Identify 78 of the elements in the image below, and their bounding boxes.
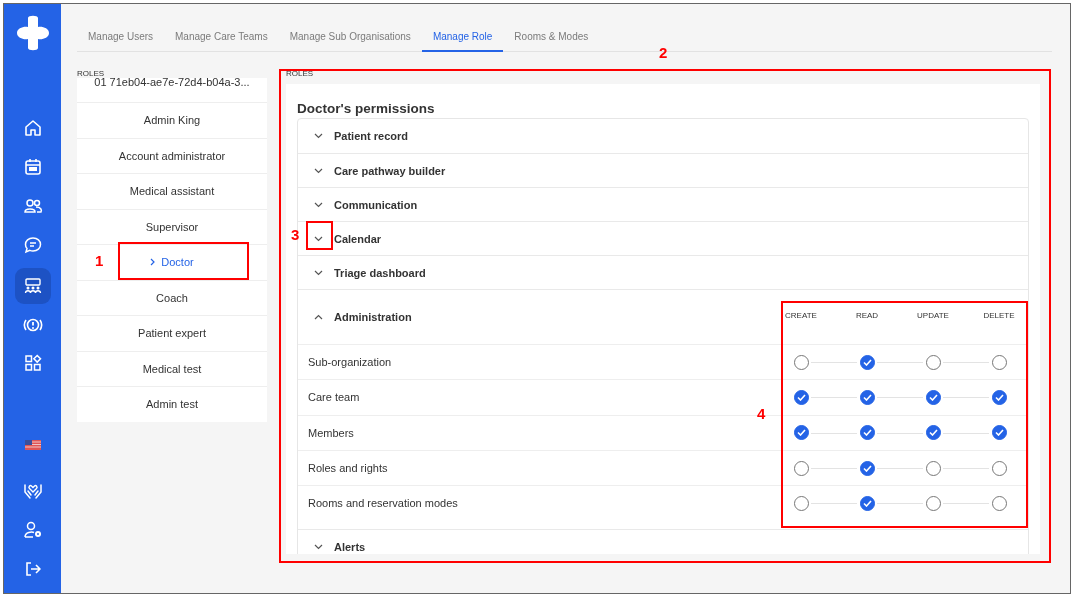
checkbox[interactable]	[925, 460, 941, 476]
team-icon	[23, 276, 43, 296]
home-icon	[23, 118, 43, 138]
checkbox[interactable]	[793, 389, 809, 405]
checkbox[interactable]	[859, 495, 875, 511]
annotation-number: 4	[757, 405, 766, 423]
user-settings-icon	[23, 520, 43, 540]
check-icon	[862, 464, 872, 472]
column-header: CREATE	[784, 310, 818, 320]
permission-label: Care team	[308, 391, 360, 404]
checkbox[interactable]	[925, 495, 941, 511]
permission-label: Members	[308, 426, 354, 439]
check-icon	[862, 429, 872, 437]
permission-label: Roles and rights	[308, 462, 388, 475]
checkbox[interactable]	[793, 495, 809, 511]
checkbox[interactable]	[991, 354, 1007, 370]
chevron-icon	[150, 258, 156, 267]
checkbox[interactable]	[859, 425, 875, 441]
team-icon-button[interactable]	[15, 268, 51, 304]
checkbox[interactable]	[925, 389, 941, 405]
check-icon	[796, 429, 806, 437]
column-header: READ	[854, 310, 880, 320]
checkbox[interactable]	[925, 425, 941, 441]
chevron-up-icon	[314, 314, 323, 320]
calendar-icon	[23, 157, 43, 177]
tab[interactable]: Manage Role	[421, 31, 504, 52]
checkbox[interactable]	[859, 354, 875, 370]
accordion-header[interactable]: Administration	[298, 300, 768, 334]
checkbox[interactable]	[925, 354, 941, 370]
checkbox[interactable]	[991, 495, 1007, 511]
accordion-header[interactable]: Care pathway builder	[298, 153, 1028, 187]
checkbox[interactable]	[991, 425, 1007, 441]
permission-label: Rooms and reservation modes	[308, 497, 458, 510]
apps-icon	[23, 353, 43, 373]
check-icon	[994, 393, 1004, 401]
checkbox[interactable]	[793, 354, 809, 370]
accordion-header[interactable]: Calendar	[298, 221, 1028, 255]
section-label: ROLES	[286, 70, 315, 78]
check-icon	[862, 358, 872, 366]
chevron-down-icon	[314, 269, 323, 276]
logout-icon	[23, 559, 43, 579]
chevron-down-icon	[314, 235, 323, 242]
tab[interactable]: Manage Users	[77, 31, 165, 52]
annotation-number: 3	[291, 226, 300, 244]
check-icon	[928, 393, 938, 401]
accordion-header[interactable]: Communication	[298, 187, 1028, 221]
accordion-header[interactable]: Triage dashboard	[298, 255, 1028, 289]
hands-heart-icon	[23, 481, 43, 501]
chevron-down-icon	[314, 167, 323, 174]
annotation-number: 2	[659, 44, 668, 62]
column-header: UPDATE	[916, 310, 950, 320]
checkbox[interactable]	[859, 389, 875, 405]
chevron-down-icon	[314, 133, 323, 139]
tab[interactable]: Rooms & Modes	[503, 31, 600, 52]
chat-icon	[23, 235, 43, 255]
accordion-header[interactable]: Patient record	[298, 119, 1028, 153]
column-header: DELETE	[982, 310, 1016, 320]
annotation-number: 1	[95, 252, 104, 270]
tab[interactable]: Manage Care Teams	[164, 31, 279, 52]
logo-icon	[14, 14, 52, 52]
panel-title: Doctor's permissions	[297, 101, 436, 116]
checkbox[interactable]	[991, 460, 1007, 476]
users-icon	[23, 196, 43, 216]
checkbox[interactable]	[793, 425, 809, 441]
checkbox[interactable]	[793, 460, 809, 476]
check-icon	[796, 393, 806, 401]
chevron-down-icon	[314, 544, 323, 550]
checkbox[interactable]	[859, 460, 875, 476]
permission-label: Sub-organization	[308, 356, 392, 369]
checkbox[interactable]	[991, 389, 1007, 405]
check-icon	[862, 393, 872, 401]
accordion-header[interactable]: Alerts	[298, 529, 1028, 554]
check-icon	[994, 429, 1004, 437]
check-icon	[862, 499, 872, 507]
check-icon	[928, 429, 938, 437]
tab[interactable]: Manage Sub Organisations	[278, 31, 422, 52]
section-label: ROLES	[77, 70, 106, 78]
chevron-down-icon	[314, 201, 323, 208]
